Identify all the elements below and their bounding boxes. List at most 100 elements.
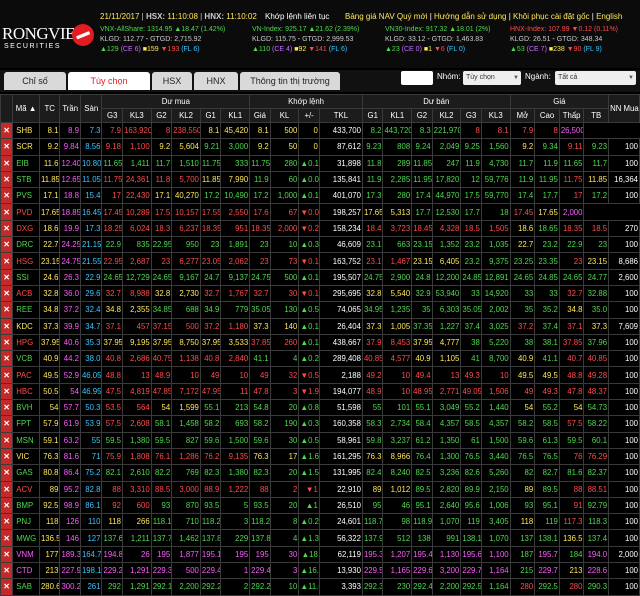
group-select[interactable]: Tùy chọn bbox=[463, 71, 521, 85]
symbol-cell[interactable]: ACB bbox=[12, 284, 40, 303]
table-row[interactable]: ✕ VNM 177 189.3 164.7 194.8 26 195 1,877 195.1 195… bbox=[0, 545, 640, 564]
symbol-cell[interactable]: SAB bbox=[12, 578, 40, 596]
symbol-cell[interactable]: PVD bbox=[12, 203, 40, 221]
table-row[interactable]: ✕ MSN 59.1 63.2 55 59.5 1,380 59.5 827 59.6 1,500 5… bbox=[0, 431, 640, 449]
remove-row-icon[interactable]: ✕ bbox=[0, 219, 14, 238]
remove-row-icon[interactable]: ✕ bbox=[0, 138, 14, 156]
table-row[interactable]: ✕ MWG 136.5 146 127 137.6 1,211 137.7 1,462 137.8… bbox=[0, 529, 640, 547]
table-row[interactable]: ✕ KDC 37.3 39.9 34.7 37.1 457 37.15 500 37.2 1,180… bbox=[0, 317, 640, 335]
remove-row-icon[interactable]: ✕ bbox=[0, 350, 14, 368]
symbol-cell[interactable]: FPT bbox=[12, 415, 40, 433]
link-nav-price[interactable]: Bảng giá NAV Quý mới bbox=[345, 12, 427, 21]
tab-tuy-chon[interactable]: Tùy chọn bbox=[68, 72, 150, 90]
symbol-cell[interactable]: DRC bbox=[12, 236, 40, 254]
remove-row-icon[interactable]: ✕ bbox=[0, 170, 14, 189]
symbol-cell[interactable]: STB bbox=[12, 170, 40, 189]
remove-row-icon[interactable]: ✕ bbox=[0, 203, 14, 221]
symbol-cell[interactable]: VCB bbox=[12, 350, 40, 368]
remove-row-icon[interactable]: ✕ bbox=[0, 236, 14, 254]
symbol-cell[interactable]: PAC bbox=[12, 366, 40, 384]
remove-row-icon[interactable]: ✕ bbox=[0, 496, 14, 515]
remove-row-icon[interactable]: ✕ bbox=[0, 545, 14, 564]
table-row[interactable]: ✕ SCR 9.2 9.84 8.56 9.18 1,100 9.2 5,604 9.21 3,00… bbox=[0, 138, 640, 156]
remove-row-icon[interactable]: ✕ bbox=[0, 447, 14, 466]
remove-row-icon[interactable]: ✕ bbox=[0, 268, 14, 286]
table-row[interactable]: ✕ HPG 37.95 40.6 35.3 37.95 9,195 37.95 8,750 37.… bbox=[0, 333, 640, 352]
sector-select[interactable]: Tất cả bbox=[555, 71, 636, 85]
symbol-cell[interactable]: SHB bbox=[12, 121, 40, 140]
table-row[interactable]: ✕ STB 11.85 12.65 11.05 11.75 24,361 11.8 5,700 1… bbox=[0, 170, 640, 189]
symbol-cell[interactable]: HBC bbox=[12, 382, 40, 401]
table-row[interactable]: ✕ ACV 89 95.2 82.8 88 3,310 88.5 3,000 88.9 1,222 8… bbox=[0, 480, 640, 498]
symbol-cell[interactable]: GAS bbox=[12, 464, 40, 482]
table-row[interactable]: ✕ HBC 50.5 54 46.95 47.5 4,819 47.85 7,172 47.95 1… bbox=[0, 382, 640, 401]
remove-row-icon[interactable]: ✕ bbox=[0, 480, 14, 498]
link-guide[interactable]: Hướng dẫn sử dụng bbox=[434, 12, 506, 21]
table-row[interactable]: ✕ SSI 24.6 26.3 22.9 24.65 12,729 24.65 9,167 24.… bbox=[0, 268, 640, 286]
symbol-cell[interactable]: HSG bbox=[12, 252, 40, 270]
table-row[interactable]: ✕ DRC 22.7 24.25 21.15 22.9 835 22.95 950 23 1,891… bbox=[0, 236, 640, 254]
symbol-cell[interactable]: EIB bbox=[12, 154, 40, 172]
symbol-cell[interactable]: KDC bbox=[12, 317, 40, 335]
table-row[interactable]: ✕ SHB 8.1 8.9 7.3 7.9 163,920 8 238,550 8.1 45,420… bbox=[0, 121, 640, 140]
col-symbol[interactable]: Mã ▲ bbox=[12, 94, 40, 123]
remove-row-icon[interactable]: ✕ bbox=[0, 333, 14, 352]
remove-row-icon[interactable]: ✕ bbox=[0, 464, 14, 482]
symbol-cell[interactable]: SSI bbox=[12, 268, 40, 286]
remove-row-icon[interactable]: ✕ bbox=[0, 431, 14, 449]
table-row[interactable]: ✕ BVH 54 57.7 50.3 53.5 564 54 1,599 55.1 213 54.8 2… bbox=[0, 399, 640, 417]
remove-row-icon[interactable]: ✕ bbox=[0, 121, 14, 140]
symbol-cell[interactable]: MWG bbox=[12, 529, 40, 547]
remove-row-icon[interactable]: ✕ bbox=[0, 578, 14, 596]
price-cell: 32.7 bbox=[101, 284, 123, 303]
remove-row-icon[interactable]: ✕ bbox=[0, 415, 14, 433]
symbol-cell[interactable]: PNJ bbox=[12, 513, 40, 531]
remove-row-icon[interactable]: ✕ bbox=[0, 366, 14, 384]
table-row[interactable]: ✕ ACB 32.8 36.0 29.6 32.7 8,988 32.8 2,730 32.7 1,… bbox=[0, 284, 640, 303]
tab-hnx[interactable]: HNX bbox=[194, 72, 238, 90]
table-row[interactable]: ✕ VIC 76.3 81.6 71 75.9 1,808 76.1 1,286 76.2 9,13… bbox=[0, 447, 640, 466]
table-row[interactable]: ✕ GAS 80.8 86.4 75.2 82.1 2,610 82.2 769 82.3 1,38… bbox=[0, 464, 640, 482]
table-row[interactable]: ✕ PVD 17.65 18.85 16.45 17.45 10,289 17.5 10,157… bbox=[0, 203, 640, 221]
remove-row-icon[interactable]: ✕ bbox=[0, 399, 14, 417]
table-row[interactable]: ✕ PAC 49.5 52.9 46.05 48.8 13 48.9 10 49 10 49 32 ▼0.… bbox=[0, 366, 640, 384]
volume-cell: 46 bbox=[382, 496, 413, 515]
remove-row-icon[interactable]: ✕ bbox=[0, 382, 14, 401]
symbol-cell[interactable]: REE bbox=[12, 301, 40, 319]
remove-row-icon[interactable]: ✕ bbox=[0, 187, 14, 205]
symbol-cell[interactable]: DXG bbox=[12, 219, 40, 238]
symbol-search-input[interactable] bbox=[401, 71, 433, 85]
tab-hsx[interactable]: HSX bbox=[152, 72, 192, 90]
remove-row-icon[interactable]: ✕ bbox=[0, 154, 14, 172]
remove-row-icon[interactable]: ✕ bbox=[0, 529, 14, 547]
table-row[interactable]: ✕ REE 34.8 37.2 32.4 34.8 2,355 34.85 688 34.9 779… bbox=[0, 301, 640, 319]
symbol-cell[interactable]: BVH bbox=[12, 399, 40, 417]
table-row[interactable]: ✕ SAB 280.6 300.2 261 292 1,291 292.1 2,200 292.2… bbox=[0, 578, 640, 596]
link-reset[interactable]: Khôi phục cài đặt gốc bbox=[513, 12, 590, 21]
symbol-cell[interactable]: HPG bbox=[12, 333, 40, 352]
symbol-cell[interactable]: VNM bbox=[12, 545, 40, 564]
table-row[interactable]: ✕ EIB 11.6 12.40 10.80 11.65 1,411 11.7 1,510 11.… bbox=[0, 154, 640, 172]
remove-row-icon[interactable]: ✕ bbox=[0, 317, 14, 335]
remove-row-icon[interactable]: ✕ bbox=[0, 513, 14, 531]
tab-market-info[interactable]: Thông tin thị trường bbox=[240, 72, 340, 90]
tab-chi-so[interactable]: Chỉ số bbox=[4, 72, 66, 90]
symbol-cell[interactable]: ACV bbox=[12, 480, 40, 498]
table-row[interactable]: ✕ VCB 40.9 44.2 38.0 40.8 2,686 40.75 1,138 40.8 2… bbox=[0, 350, 640, 368]
symbol-cell[interactable]: PVS bbox=[12, 187, 40, 205]
symbol-cell[interactable]: VIC bbox=[12, 447, 40, 466]
table-row[interactable]: ✕ DXG 18.6 19.9 17.3 18.25 6,024 18.3 6,237 18.35… bbox=[0, 219, 640, 238]
table-row[interactable]: ✕ HSG 23.15 24.75 21.55 22.95 2,687 23 6,277 23.0… bbox=[0, 252, 640, 270]
remove-row-icon[interactable]: ✕ bbox=[0, 252, 14, 270]
symbol-cell[interactable]: BMP bbox=[12, 496, 40, 515]
table-row[interactable]: ✕ BMP 92.5 98.9 86.1 92 600 93 870 93.5 5 93.5 20 ▲1 2… bbox=[0, 496, 640, 515]
volume-cell: 1,222 bbox=[220, 480, 251, 498]
table-row[interactable]: ✕ PVS 17.1 18.8 15.4 17 22,430 17.1 40,270 17.2 10… bbox=[0, 187, 640, 205]
table-row[interactable]: ✕ FPT 57.9 61.9 53.9 57.5 2,608 58.1 1,458 58.2 69… bbox=[0, 415, 640, 433]
remove-row-icon[interactable]: ✕ bbox=[0, 284, 14, 303]
symbol-cell[interactable]: SCR bbox=[12, 138, 40, 156]
table-row[interactable]: ✕ PNJ 118 126 110 118 266 118.1 710 118.2 3 118.2 8 ▲… bbox=[0, 513, 640, 531]
remove-row-icon[interactable]: ✕ bbox=[0, 301, 14, 319]
link-english[interactable]: English bbox=[596, 12, 622, 21]
symbol-cell[interactable]: MSN bbox=[12, 431, 40, 449]
